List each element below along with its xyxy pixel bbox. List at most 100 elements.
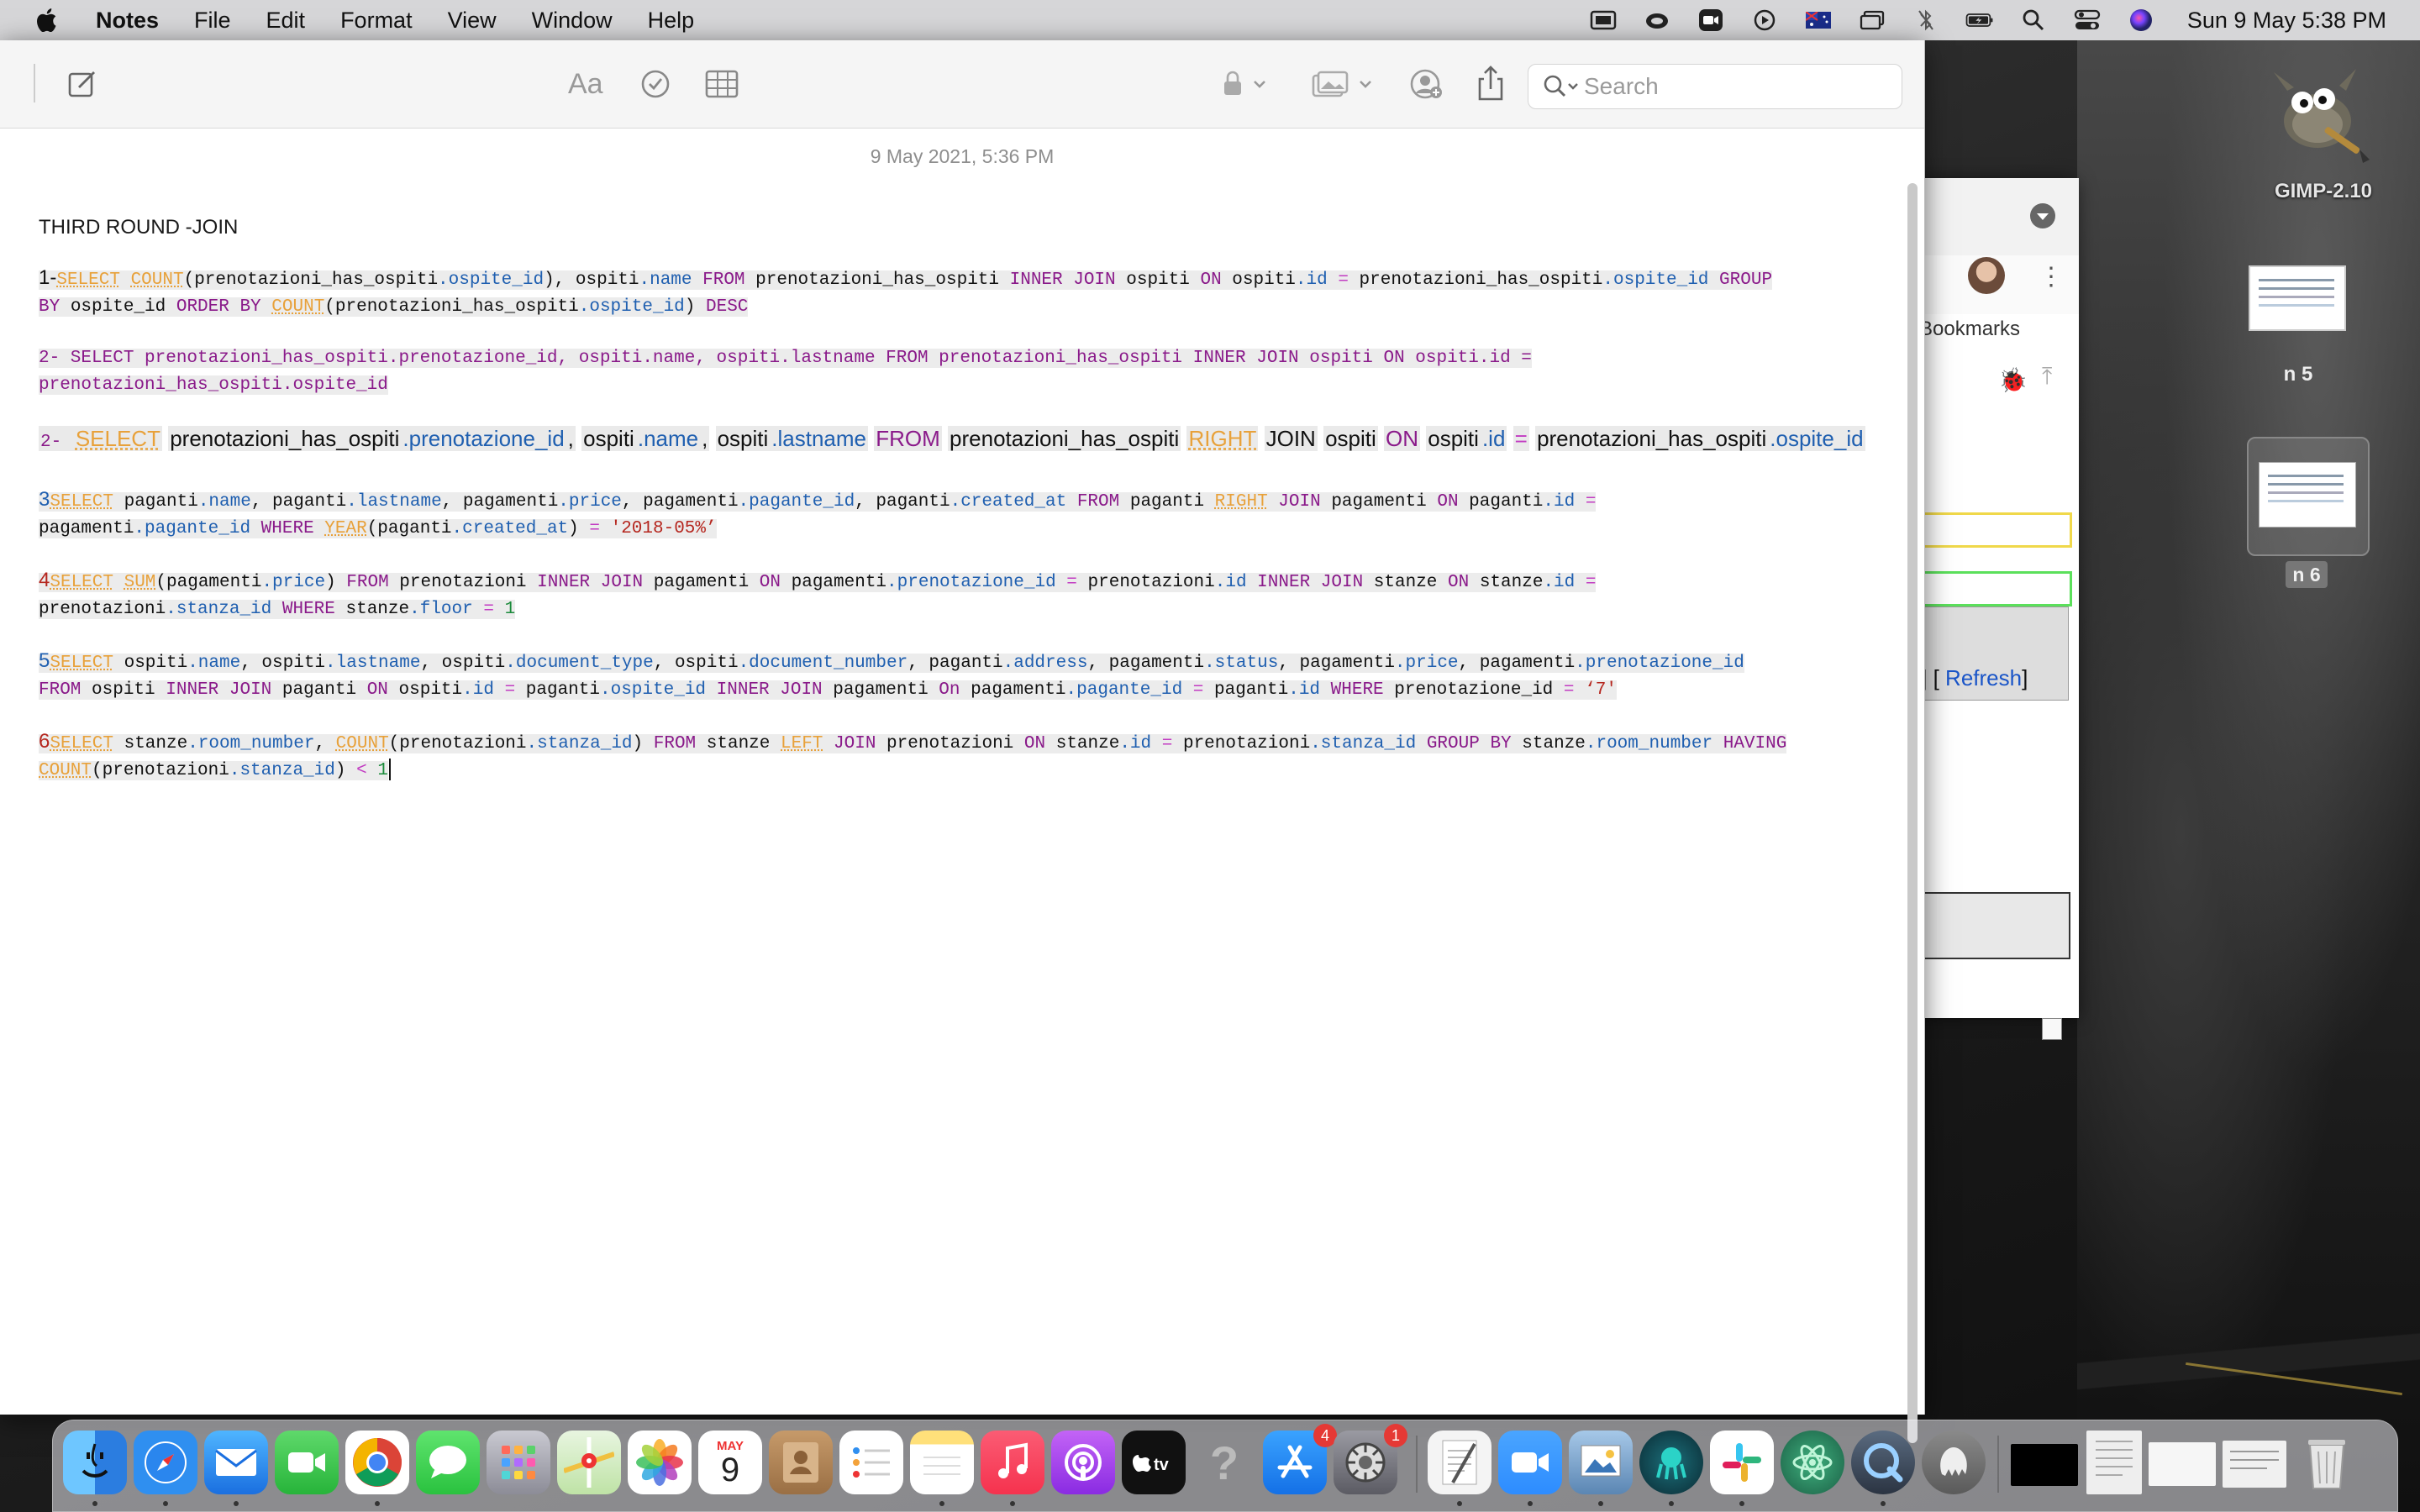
- menu-file[interactable]: File: [194, 8, 231, 34]
- query-4: 4SELECT SUM(pagamenti.price) FROM prenot…: [39, 567, 1597, 623]
- terminal-window-thumbnail[interactable]: [2011, 1444, 2078, 1486]
- facetime-icon[interactable]: [275, 1431, 339, 1494]
- music-icon[interactable]: [981, 1431, 1044, 1494]
- apple-icon[interactable]: [34, 6, 62, 34]
- dock-separator: [1997, 1436, 1999, 1493]
- share-icon[interactable]: [1472, 62, 1509, 104]
- bluetooth-off-icon[interactable]: [1912, 8, 1940, 33]
- calendar-icon[interactable]: MAY 9: [698, 1431, 762, 1494]
- notes-toolbar: Aa: [0, 40, 1924, 129]
- running-indicator: [1528, 1501, 1533, 1506]
- query-line: 4SELECT SUM(pagamenti.price) FROM prenot…: [39, 569, 1597, 592]
- browser-dropdown-icon[interactable]: [2030, 203, 2055, 228]
- screenshot-thumbnail-dock[interactable]: [2149, 1442, 2216, 1486]
- query-line: FROM ospiti INNER JOIN paganti ON ospiti…: [39, 680, 1617, 700]
- menu-edit[interactable]: Edit: [266, 8, 306, 34]
- mail-icon[interactable]: [204, 1431, 268, 1494]
- apple-tv-icon[interactable]: tv: [1122, 1431, 1186, 1494]
- query-1: 1-SELECT COUNT(prenotazioni_has_ospiti.o…: [39, 265, 1773, 321]
- running-indicator: [375, 1501, 380, 1506]
- lock-note-icon[interactable]: [1217, 66, 1276, 102]
- running-indicator: [1010, 1501, 1015, 1506]
- running-indicator: [1669, 1501, 1674, 1506]
- query-line: COUNT(prenotazioni.stanza_id) < 1: [39, 758, 1786, 785]
- desktop-road: [2077, 1310, 2420, 1411]
- search-field[interactable]: [1528, 64, 1902, 109]
- collapse-up-icon[interactable]: ⤒: [2042, 363, 2052, 391]
- note-heading: THIRD ROUND -JOIN: [39, 216, 239, 239]
- bug-icon[interactable]: 🐞: [1998, 366, 2028, 394]
- search-input[interactable]: [1582, 72, 1871, 101]
- unknown-app-icon[interactable]: ?: [1192, 1431, 1256, 1494]
- podcasts-icon[interactable]: [1051, 1431, 1115, 1494]
- control-center-icon[interactable]: [2073, 8, 2102, 33]
- preview-icon[interactable]: [1569, 1431, 1633, 1494]
- thumbnail-lines: [2259, 279, 2334, 281]
- messages-icon[interactable]: [416, 1431, 480, 1494]
- photos-icon[interactable]: [628, 1431, 692, 1494]
- add-media-icon[interactable]: [1309, 66, 1381, 102]
- menu-view[interactable]: View: [448, 8, 497, 34]
- scrollbar-thumb[interactable]: [1907, 183, 1918, 1443]
- screenshot-thumbnail-n6[interactable]: [2259, 462, 2356, 528]
- note-editor[interactable]: 9 May 2021, 5:36 PM THIRD ROUND -JOIN 1-…: [0, 129, 1901, 1414]
- gimp-label: GIMP-2.10: [2274, 180, 2373, 202]
- slack-icon[interactable]: [1710, 1431, 1774, 1494]
- menu-app-name[interactable]: Notes: [96, 8, 159, 34]
- calendar-day: 9: [720, 1451, 740, 1488]
- battery-charging-icon[interactable]: [1965, 8, 1994, 33]
- menubar-clock[interactable]: Sun 9 May 5:38 PM: [2187, 8, 2386, 34]
- trash-icon[interactable]: [2295, 1431, 2359, 1494]
- menu-bar: Notes File Edit Format View Window Help …: [0, 0, 2420, 40]
- chrome-icon[interactable]: [345, 1431, 409, 1494]
- running-indicator: [1739, 1501, 1744, 1506]
- creative-cloud-icon[interactable]: [1643, 8, 1671, 33]
- menu-format[interactable]: Format: [340, 8, 413, 34]
- reminders-icon[interactable]: [839, 1431, 903, 1494]
- contacts-icon[interactable]: [769, 1431, 833, 1494]
- refresh-link[interactable]: Refresh: [1945, 665, 2022, 690]
- menu-window[interactable]: Window: [532, 8, 613, 34]
- compose-note-icon[interactable]: [64, 66, 101, 102]
- quicktime-icon[interactable]: [1851, 1431, 1915, 1494]
- window-switcher-icon[interactable]: [1858, 8, 1886, 33]
- add-people-icon[interactable]: [1407, 66, 1445, 102]
- search-icon: [1542, 73, 1582, 100]
- textedit-icon[interactable]: [1428, 1431, 1491, 1494]
- note-icon[interactable]: [2042, 1018, 2062, 1040]
- format-text-button[interactable]: Aa: [568, 66, 603, 102]
- thumbnail-lines: [2268, 475, 2344, 477]
- atom-icon[interactable]: [1781, 1431, 1844, 1494]
- query-line: prenotazioni_has_ospiti.ospite_id: [39, 375, 388, 395]
- query-line: 3SELECT paganti.name, paganti.lastname, …: [39, 488, 1597, 512]
- screen-mirroring-icon[interactable]: [1589, 8, 1618, 33]
- safari-icon[interactable]: [134, 1431, 197, 1494]
- running-indicator: [92, 1501, 97, 1506]
- query-2: 2- SELECT prenotazioni_has_ospiti.prenot…: [39, 345, 1532, 399]
- spotlight-search-icon[interactable]: [2019, 8, 2048, 33]
- tableplus-icon[interactable]: [1922, 1431, 1986, 1494]
- checklist-icon[interactable]: [637, 66, 674, 102]
- play-circle-icon[interactable]: [1750, 8, 1779, 33]
- running-indicator: [1881, 1501, 1886, 1506]
- launchpad-icon[interactable]: [487, 1431, 550, 1494]
- profile-avatar[interactable]: [1968, 257, 2005, 294]
- zoom-menubar-icon[interactable]: [1697, 8, 1725, 33]
- document-thumbnail[interactable]: [2086, 1431, 2142, 1494]
- finder-icon[interactable]: [63, 1431, 127, 1494]
- note-date: 9 May 2021, 5:36 PM: [870, 145, 1055, 167]
- zoom-app-icon[interactable]: [1498, 1431, 1562, 1494]
- browser-window-thumbnail[interactable]: [2223, 1441, 2286, 1488]
- maps-icon[interactable]: [557, 1431, 621, 1494]
- table-icon[interactable]: [702, 66, 741, 102]
- siri-icon[interactable]: [2127, 8, 2155, 33]
- notes-app-icon[interactable]: [910, 1431, 974, 1494]
- gitkraken-icon[interactable]: [1639, 1431, 1703, 1494]
- gimp-icon[interactable]: [2269, 66, 2373, 166]
- menu-help[interactable]: Help: [648, 8, 695, 34]
- more-menu-icon[interactable]: ⋮: [2039, 262, 2064, 291]
- australian-flag-icon[interactable]: [1804, 8, 1833, 33]
- screenshot-thumbnail-n5[interactable]: [2249, 265, 2346, 331]
- running-indicator: [1457, 1501, 1462, 1506]
- note-scrollbar[interactable]: [1901, 175, 1924, 1460]
